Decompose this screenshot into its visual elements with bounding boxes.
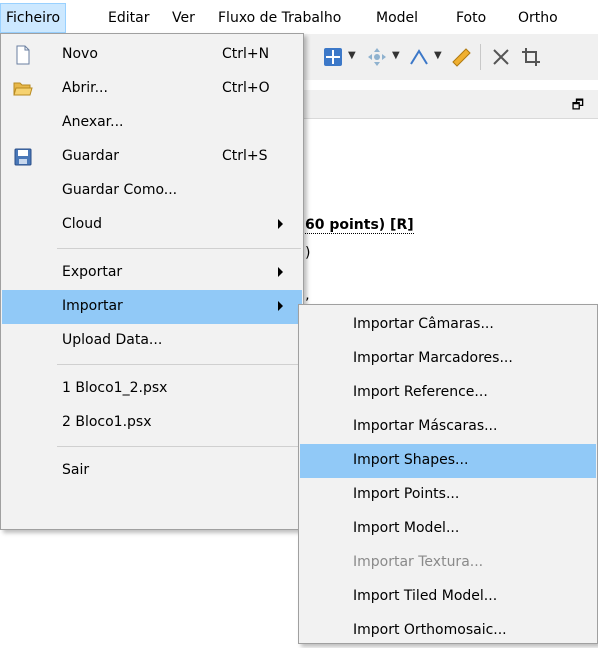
menu-separator — [57, 248, 301, 249]
submenu-item-import-points[interactable]: Import Points... — [300, 478, 596, 512]
move-icon[interactable] — [366, 46, 388, 68]
menu-item-guardar-como[interactable]: Guardar Como... — [2, 174, 302, 208]
submenu-item-importar-textura: Importar Textura... — [353, 554, 484, 570]
submenu-item-import-tiled-model[interactable]: Import Tiled Model... — [300, 580, 596, 614]
menubar-ficheiro[interactable]: Ficheiro — [0, 3, 67, 33]
submenu-item-import-shapes[interactable]: Import Shapes... — [300, 444, 596, 478]
submenu-arrow-icon — [278, 219, 283, 229]
menu-item-upload-data[interactable]: Upload Data... — [2, 324, 302, 358]
menubar-ver[interactable]: Ver — [172, 9, 195, 27]
menu-item-guardar[interactable]: Guardar Ctrl+S — [2, 140, 302, 174]
save-icon — [14, 148, 32, 166]
menu-item-recent-2[interactable]: 2 Bloco1.psx — [2, 406, 302, 440]
menubar-editar[interactable]: Editar — [108, 9, 149, 27]
open-folder-icon — [13, 82, 33, 96]
submenu-item-import-orthomosaic[interactable]: Import Orthomosaic... — [300, 614, 596, 648]
menu-item-novo[interactable]: Novo Ctrl+N — [2, 38, 302, 72]
menubar-fluxo-de-trabalho[interactable]: Fluxo de Trabalho — [218, 9, 341, 27]
menu-item-abrir[interactable]: Abrir... Ctrl+O — [2, 72, 302, 106]
dropdown-arrow-icon[interactable]: ▼ — [434, 50, 442, 61]
import-submenu: Importar Câmaras... Importar Marcadores.… — [298, 304, 598, 644]
menu-separator — [57, 446, 301, 447]
submenu-item-import-reference[interactable]: Import Reference... — [300, 376, 596, 410]
dropdown-arrow-icon[interactable]: ▼ — [348, 50, 356, 61]
menu-item-exportar[interactable]: Exportar — [2, 256, 302, 290]
menubar-model[interactable]: Model — [376, 9, 418, 27]
submenu-item-import-model[interactable]: Import Model... — [300, 512, 596, 546]
toolbar-separator — [480, 44, 481, 70]
menu-item-cloud[interactable]: Cloud — [2, 208, 302, 242]
new-document-icon — [16, 45, 30, 65]
polyline-icon[interactable] — [408, 46, 430, 68]
submenu-arrow-icon — [278, 301, 283, 311]
menubar-ortho[interactable]: Ortho — [518, 9, 558, 27]
menubar: Ficheiro Editar Ver Fluxo de Trabalho Mo… — [0, 0, 598, 33]
delete-icon[interactable] — [490, 46, 512, 68]
crop-icon[interactable] — [520, 46, 542, 68]
submenu-item-importar-cameras[interactable]: Importar Câmaras... — [300, 308, 596, 342]
menu-item-sair[interactable]: Sair — [2, 454, 302, 488]
menu-item-recent-1[interactable]: 1 Bloco1_2.psx — [2, 372, 302, 406]
submenu-item-importar-mascaras[interactable]: Importar Máscaras... — [300, 410, 596, 444]
menu-separator — [57, 364, 301, 365]
file-menu: Novo Ctrl+N Abrir... Ctrl+O Anexar... Gu… — [0, 33, 304, 530]
menubar-foto[interactable]: Foto — [456, 9, 486, 27]
menu-item-importar[interactable]: Importar — [2, 290, 302, 324]
dropdown-arrow-icon[interactable]: ▼ — [392, 50, 400, 61]
restore-icon[interactable]: 🗗 — [572, 96, 584, 118]
ruler-icon[interactable] — [450, 46, 472, 68]
background-text: ) — [305, 245, 311, 261]
menu-item-anexar[interactable]: Anexar... — [2, 106, 302, 140]
navigation-icon[interactable] — [322, 46, 344, 68]
chunk-label: 60 points) [R] — [305, 217, 414, 234]
workspace-panel-header: 🗗 — [300, 90, 598, 119]
submenu-arrow-icon — [278, 267, 283, 277]
toolbar: ▼ ▼ ▼ — [300, 34, 598, 80]
submenu-item-importar-marcadores[interactable]: Importar Marcadores... — [300, 342, 596, 376]
